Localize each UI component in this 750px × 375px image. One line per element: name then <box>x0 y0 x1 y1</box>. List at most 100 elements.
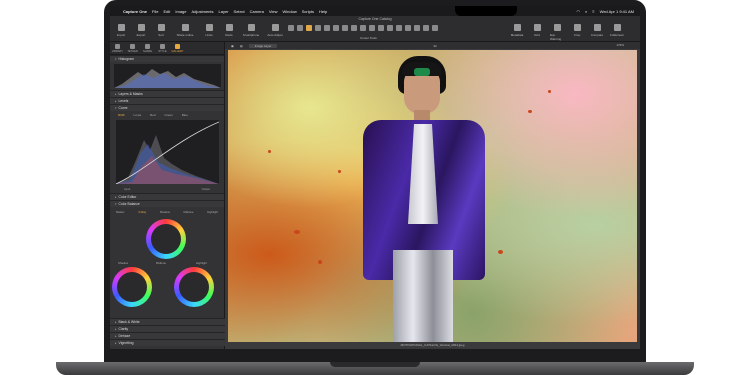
menu-camera[interactable]: Camera <box>250 9 264 14</box>
midtone-wheel[interactable] <box>146 219 186 259</box>
metadata-button[interactable]: Metadata <box>510 24 524 41</box>
subject-green-streak <box>414 68 430 76</box>
zoom-icon[interactable] <box>297 25 303 31</box>
menu-adjustments[interactable]: Adjustments <box>192 9 214 14</box>
redo-button[interactable]: Redo <box>222 24 236 37</box>
share-icon <box>181 24 189 31</box>
cb-tab-master[interactable]: Master <box>116 210 125 214</box>
compare-icon <box>593 24 601 31</box>
section-levels[interactable]: Levels <box>110 97 224 104</box>
curve-tab-red[interactable]: Red <box>150 113 156 117</box>
eraser-icon[interactable] <box>342 25 348 31</box>
cb-tab-shadow[interactable]: Shadow <box>160 210 170 214</box>
section-color-editor[interactable]: Color Editor <box>110 193 224 200</box>
fullscreen-button[interactable]: Fullscreen <box>610 24 624 41</box>
heal-icon[interactable] <box>360 25 366 31</box>
crop-button[interactable]: Crop <box>570 24 584 41</box>
brush-icon[interactable] <box>333 25 339 31</box>
tab-tether[interactable]: TETHER <box>125 42 140 54</box>
image-viewer: ▣ ▤ Image Layer 32 176% MOTIVATIONAL_CAT… <box>225 42 640 349</box>
wifi-icon[interactable]: ◠ <box>577 9 581 14</box>
menu-file[interactable]: File <box>152 9 158 14</box>
import-icon <box>117 24 125 31</box>
exp-warning-button[interactable]: Exp. Warning <box>550 24 564 41</box>
sort-button[interactable]: Sort <box>154 24 168 37</box>
shadow-wheel[interactable] <box>112 267 152 307</box>
undo-button[interactable]: Undo <box>202 24 216 37</box>
laptop-bezel <box>104 349 646 363</box>
tab-share[interactable]: SHARE <box>140 42 155 54</box>
menu-scripts[interactable]: Scripts <box>302 9 314 14</box>
metadata-icon <box>513 24 521 31</box>
wb-icon[interactable] <box>405 25 411 31</box>
picker-icon[interactable] <box>378 25 384 31</box>
menu-image[interactable]: Image <box>175 9 186 14</box>
curve-tab-luma[interactable]: Luma <box>134 113 142 117</box>
compare-button[interactable]: Compare <box>590 24 604 41</box>
cursor-tools <box>288 25 438 31</box>
import-button[interactable]: Import <box>114 24 128 37</box>
photo[interactable] <box>228 50 637 342</box>
section-histogram[interactable]: Histogram <box>110 55 224 62</box>
layer-selector[interactable]: Image Layer <box>248 43 278 48</box>
highlight-wheel[interactable] <box>174 267 214 307</box>
section-clarity[interactable]: Clarity <box>110 325 225 332</box>
grid-button[interactable]: Grid <box>530 24 544 41</box>
section-vignetting[interactable]: Vignetting <box>110 339 225 346</box>
tab-library[interactable]: LIBRARY <box>110 42 125 54</box>
clock[interactable]: Wed Apr 1 9:41 AM <box>600 9 634 14</box>
color-icon[interactable] <box>432 25 438 31</box>
curve-graph[interactable] <box>116 120 219 184</box>
export-button[interactable]: Export <box>134 24 148 37</box>
curve-icon[interactable] <box>423 25 429 31</box>
smartphone-button[interactable]: Smartphone <box>242 24 260 37</box>
control-center-icon[interactable]: ≡ <box>592 9 594 14</box>
rotate-icon[interactable] <box>315 25 321 31</box>
share-button[interactable]: Share online <box>174 24 196 37</box>
wand-icon <box>271 24 279 31</box>
section-curve[interactable]: Curve <box>110 104 224 111</box>
color-wheels: Midtone Shadow Highlight <box>110 217 224 307</box>
menu-view[interactable]: View <box>269 9 278 14</box>
annotate-icon[interactable] <box>396 25 402 31</box>
pan-icon[interactable] <box>288 25 294 31</box>
menu-bar: Capture One File Edit Image Adjustments … <box>110 6 640 16</box>
color-balance-tabs: Master 3-Way Shadow Midtone Highlight <box>110 207 224 217</box>
menu-layer[interactable]: Layer <box>219 9 229 14</box>
tool-tabs: LIBRARY TETHER SHARE STYLE GALLERY <box>110 42 224 55</box>
section-dehaze[interactable]: Dehaze <box>110 332 225 339</box>
cb-tab-3way[interactable]: 3-Way <box>138 210 146 214</box>
crop-icon[interactable] <box>306 25 312 31</box>
cb-tab-midtone[interactable]: Midtone <box>184 210 194 214</box>
menu-app-name[interactable]: Capture One <box>123 9 147 14</box>
auto-adjust-button[interactable]: Auto Adjust <box>266 24 284 37</box>
layout-icon[interactable]: ▤ <box>240 44 243 48</box>
section-bw[interactable]: Black & White <box>110 318 225 325</box>
menu-window[interactable]: Window <box>283 9 297 14</box>
section-color-balance[interactable]: Color Balance <box>110 200 224 207</box>
curve-io: Input Output <box>110 185 224 193</box>
curve-tab-blue[interactable]: Blue <box>182 113 188 117</box>
view-mode-icon[interactable]: ▣ <box>231 44 234 48</box>
tab-gallery[interactable]: GALLERY <box>170 42 185 54</box>
curve-tab-green[interactable]: Green <box>165 113 173 117</box>
section-layers[interactable]: Layers & Masks <box>110 90 224 97</box>
cb-tab-highlight[interactable]: Highlight <box>207 210 218 214</box>
levels-icon[interactable] <box>414 25 420 31</box>
gradient-icon[interactable] <box>351 25 357 31</box>
sort-icon <box>157 24 165 31</box>
tool-panel: LIBRARY TETHER SHARE STYLE GALLERY Histo… <box>110 42 225 349</box>
tab-style[interactable]: STYLE <box>155 42 170 54</box>
curve-tabs: RGB Luma Red Green Blue <box>110 111 224 119</box>
curve-tab-rgb[interactable]: RGB <box>118 113 125 117</box>
keystone-icon[interactable] <box>324 25 330 31</box>
menu-help[interactable]: Help <box>319 9 327 14</box>
zoom-level[interactable]: 176% <box>616 43 624 47</box>
paint-splat <box>318 260 322 264</box>
search-icon[interactable]: ⌕ <box>585 9 587 14</box>
clone-icon[interactable] <box>369 25 375 31</box>
tether-icon <box>130 44 135 49</box>
text-icon[interactable] <box>387 25 393 31</box>
menu-select[interactable]: Select <box>234 9 245 14</box>
menu-edit[interactable]: Edit <box>163 9 170 14</box>
